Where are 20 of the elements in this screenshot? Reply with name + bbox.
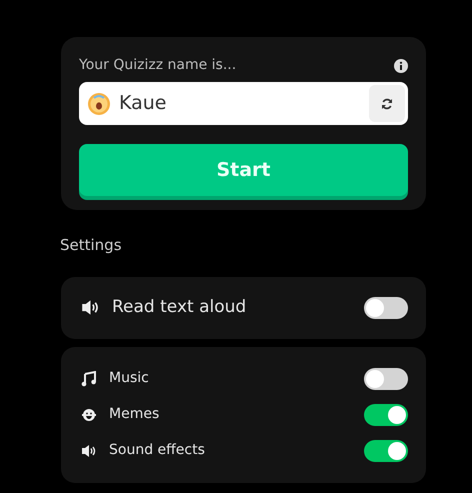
refresh-button[interactable] [369,85,405,122]
setting-label: Read text aloud [112,296,248,319]
toggle-switch[interactable] [364,296,408,318]
speaker-icon [81,442,97,458]
music-note-icon [81,370,97,386]
toggle-switch[interactable] [364,440,408,462]
setting-label: Music [109,369,150,388]
setting-label: Memes [109,405,160,424]
toggle-switch[interactable] [364,404,408,426]
avatar-icon [87,92,111,116]
name-field[interactable]: Kaue [79,82,408,125]
info-icon[interactable] [394,58,408,72]
laughing-face-icon [81,406,97,422]
refresh-icon [381,98,393,110]
speaker-icon [81,298,100,317]
name-input[interactable]: Kaue [111,89,369,118]
name-label: Your Quizizz name is... [79,56,236,75]
settings-heading: Settings [60,235,123,256]
toggle-switch[interactable] [364,368,408,390]
setting-label: Sound effects [109,441,206,460]
